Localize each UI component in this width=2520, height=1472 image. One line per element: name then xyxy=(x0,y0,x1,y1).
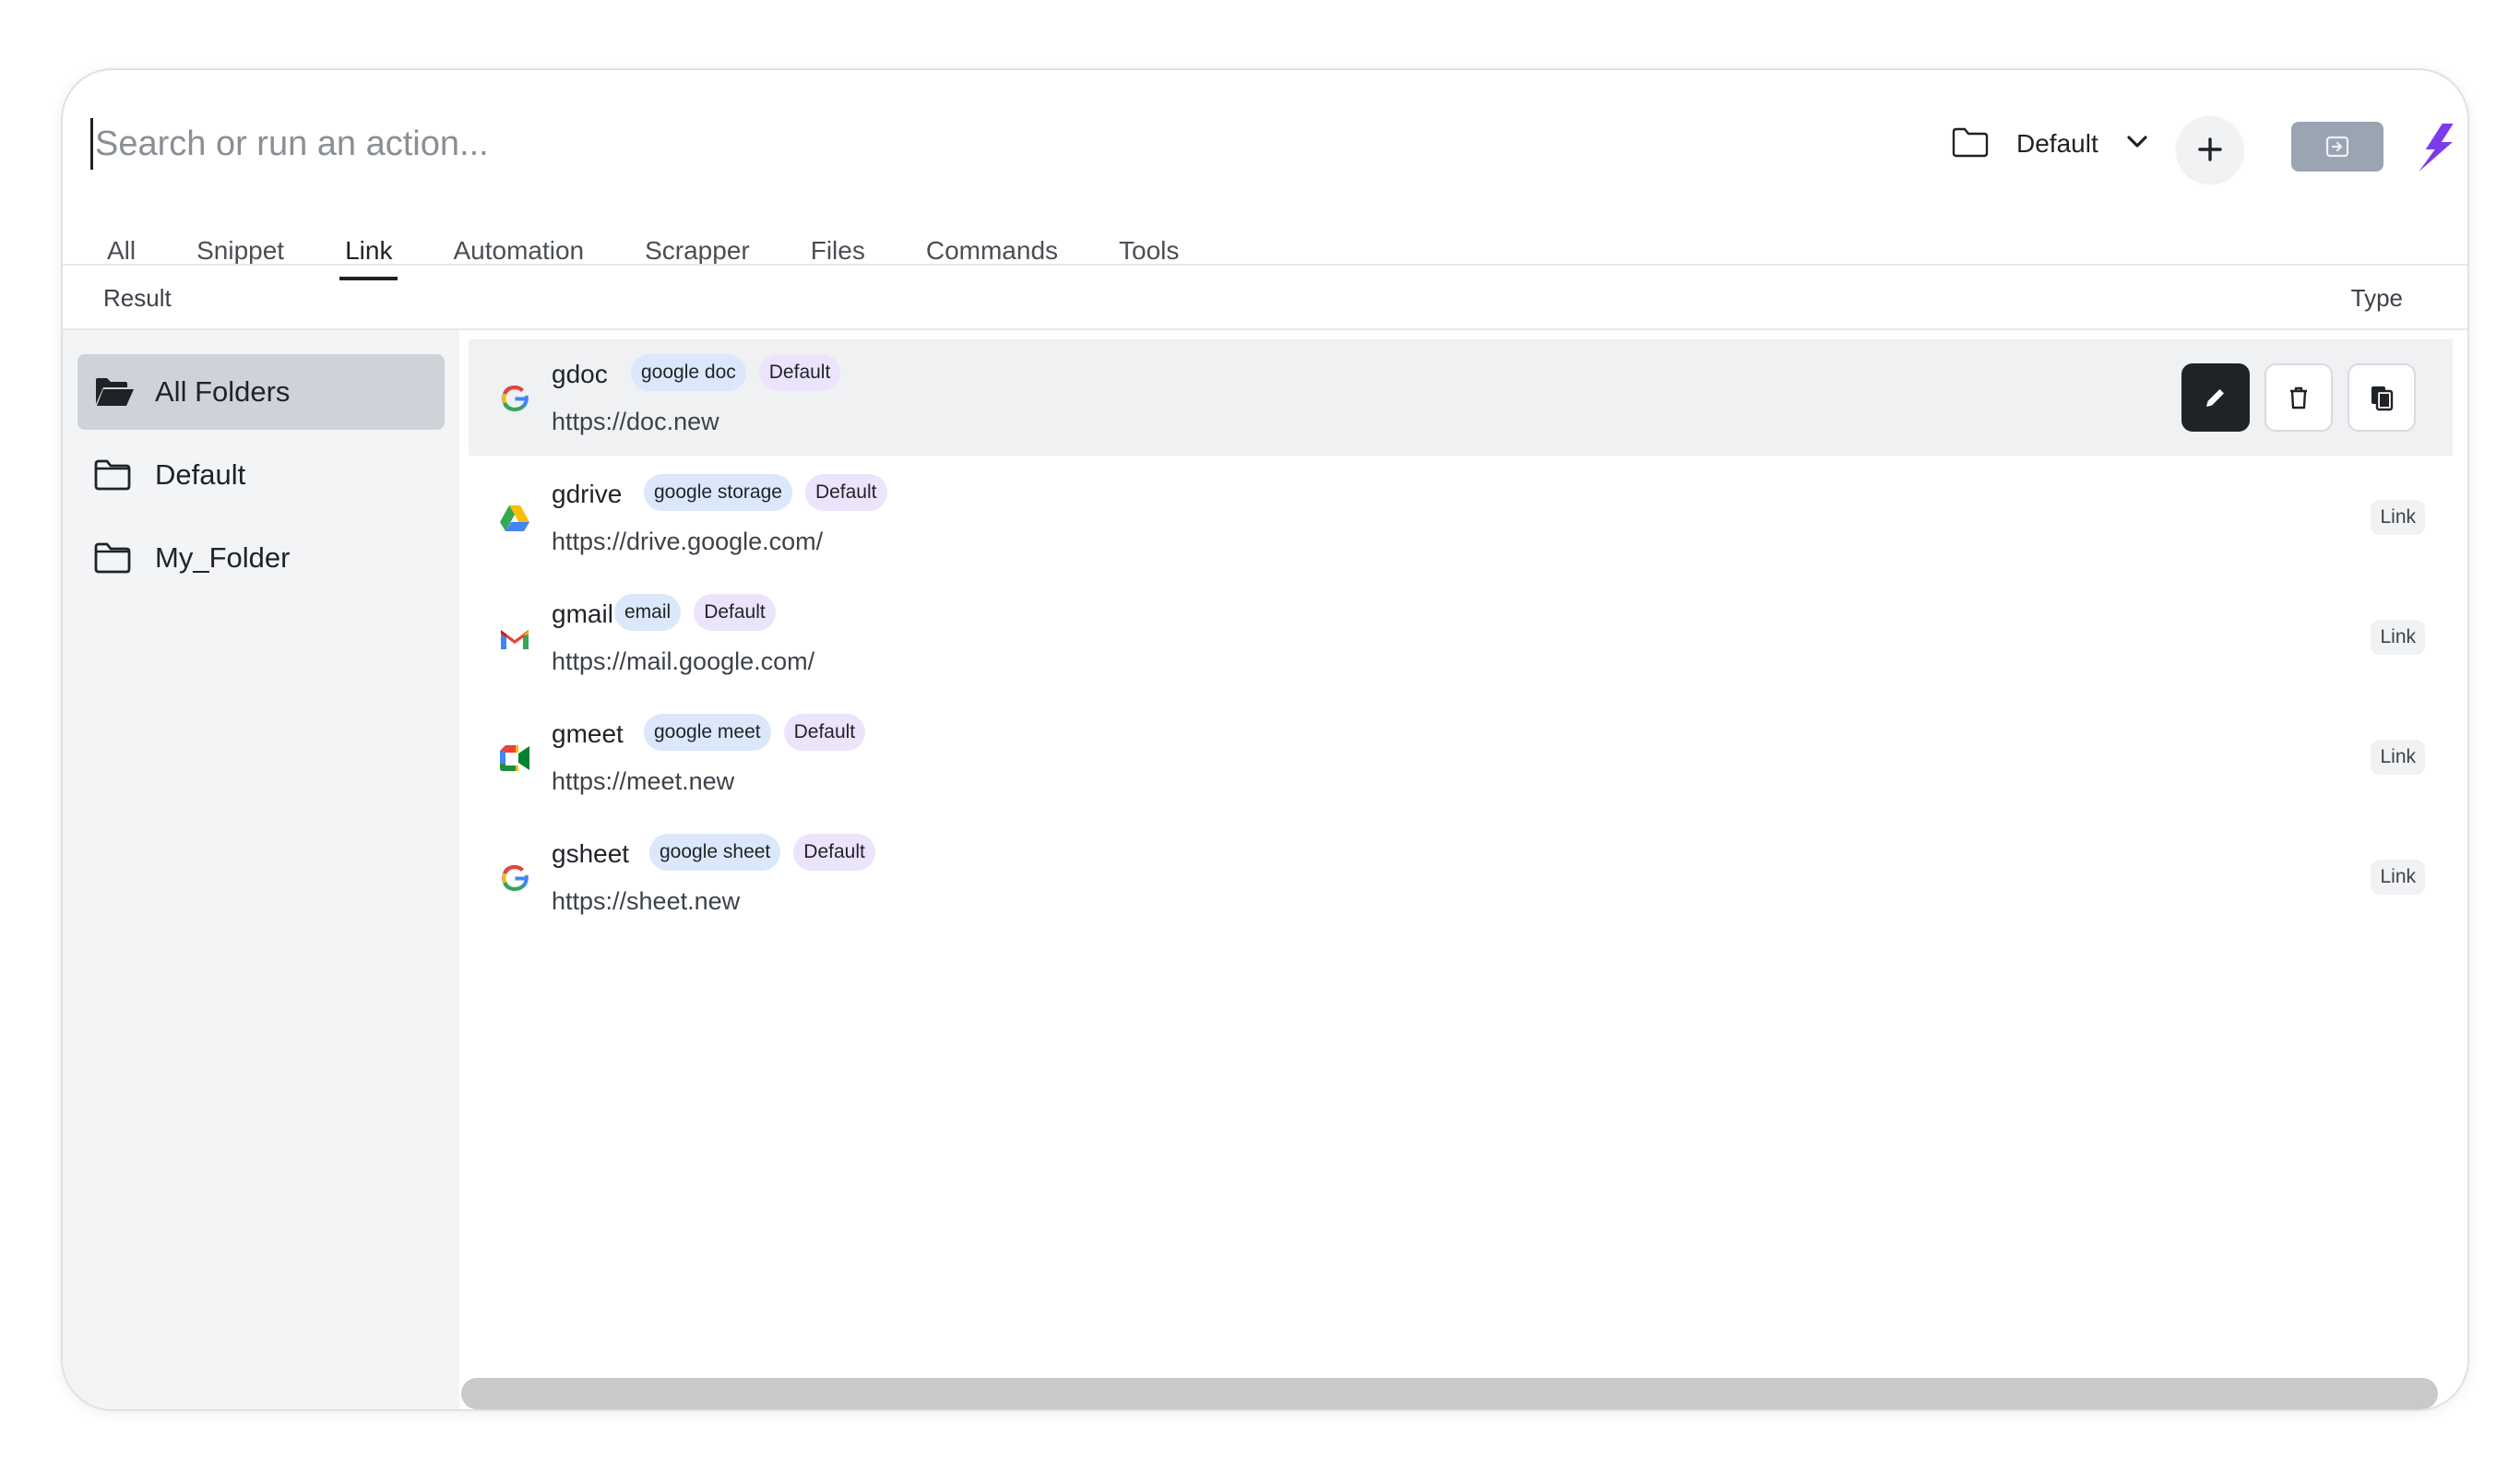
sidebar-item-label: My_Folder xyxy=(155,541,291,574)
tag-chip: google doc xyxy=(631,354,746,391)
type-badge: Link xyxy=(2371,860,2425,895)
type-badge: Link xyxy=(2371,740,2425,775)
folder-selector[interactable]: Default xyxy=(1952,120,2148,168)
folder-chip: Default xyxy=(783,714,866,751)
item-url: https://drive.google.com/ xyxy=(552,528,824,555)
sidebar-item-default[interactable]: Default xyxy=(77,437,445,513)
column-header: Result Type xyxy=(63,266,2467,330)
column-type: Type xyxy=(2350,284,2403,312)
item-chips: google doc Default xyxy=(631,354,841,391)
type-badge: Link xyxy=(2371,500,2425,535)
item-chips: google sheet Default xyxy=(649,834,875,871)
folder-icon xyxy=(94,540,135,576)
minimize-button[interactable] xyxy=(2291,122,2383,172)
results-list: gdoc google doc Default https://doc.new xyxy=(461,330,2467,1409)
palette-header: Default xyxy=(63,70,2467,218)
tag-chip: google storage xyxy=(644,474,792,511)
list-item-gdoc[interactable]: gdoc google doc Default https://doc.new xyxy=(469,339,2453,456)
horizontal-scrollbar[interactable] xyxy=(461,1378,2438,1409)
open-folder-icon xyxy=(94,374,135,410)
item-url: https://doc.new xyxy=(552,408,719,435)
add-button[interactable] xyxy=(2177,116,2243,183)
list-item-gsheet[interactable]: gsheet google sheet Default https://shee… xyxy=(469,819,2453,935)
row-actions xyxy=(2181,363,2416,432)
window-enter-icon xyxy=(2325,136,2349,158)
gmail-icon xyxy=(498,622,531,655)
item-name: gmeet xyxy=(552,719,624,748)
type-badge: Link xyxy=(2371,620,2425,655)
tag-chip: google meet xyxy=(644,714,771,751)
list-item-gmeet[interactable]: gmeet google meet Default https://meet.n… xyxy=(469,699,2453,815)
search-input[interactable] xyxy=(90,118,1848,170)
chevron-down-icon xyxy=(2126,135,2148,154)
copy-button[interactable] xyxy=(2348,363,2416,432)
brand-logo-icon xyxy=(2415,122,2455,173)
plus-icon xyxy=(2198,137,2222,161)
item-name: gsheet xyxy=(552,839,630,868)
folder-chip: Default xyxy=(758,354,841,391)
item-name: gdoc xyxy=(552,360,608,388)
folder-selector-label: Default xyxy=(2016,129,2098,158)
edit-button[interactable] xyxy=(2181,363,2250,432)
google-drive-icon xyxy=(498,502,531,535)
folder-chip: Default xyxy=(793,834,875,871)
sidebar-item-all-folders[interactable]: All Folders xyxy=(77,354,445,430)
folder-chip: Default xyxy=(694,594,776,631)
sidebar-item-label: Default xyxy=(155,458,246,491)
command-palette-window: Default All Snippet Link Automation Scra… xyxy=(61,68,2469,1411)
tag-chip: email xyxy=(614,594,682,631)
copy-icon xyxy=(2371,386,2394,411)
item-url: https://sheet.new xyxy=(552,887,741,915)
folder-sidebar: All Folders Default My_Folder xyxy=(63,330,459,1409)
pencil-icon xyxy=(2206,389,2224,407)
item-chips: email Default xyxy=(614,594,776,631)
list-item-gmail[interactable]: gmail email Default https://mail.google.… xyxy=(469,579,2453,695)
list-item-gdrive[interactable]: gdrive google storage Default https://dr… xyxy=(469,459,2453,576)
item-url: https://mail.google.com/ xyxy=(552,647,815,675)
trash-icon xyxy=(2290,386,2307,410)
google-icon xyxy=(498,861,531,895)
sidebar-item-my-folder[interactable]: My_Folder xyxy=(77,520,445,596)
delete-button[interactable] xyxy=(2264,363,2333,432)
folder-icon xyxy=(1952,126,1989,162)
sidebar-item-label: All Folders xyxy=(155,375,291,408)
column-result: Result xyxy=(103,284,172,312)
item-chips: google meet Default xyxy=(644,714,866,751)
item-url: https://meet.new xyxy=(552,767,735,795)
item-name: gmail xyxy=(552,599,613,628)
google-icon xyxy=(498,382,531,415)
item-name: gdrive xyxy=(552,480,623,508)
folder-chip: Default xyxy=(804,474,887,511)
item-chips: google storage Default xyxy=(644,474,887,511)
google-meet-icon xyxy=(498,742,531,775)
folder-icon xyxy=(94,457,135,493)
tag-chip: google sheet xyxy=(649,834,781,871)
